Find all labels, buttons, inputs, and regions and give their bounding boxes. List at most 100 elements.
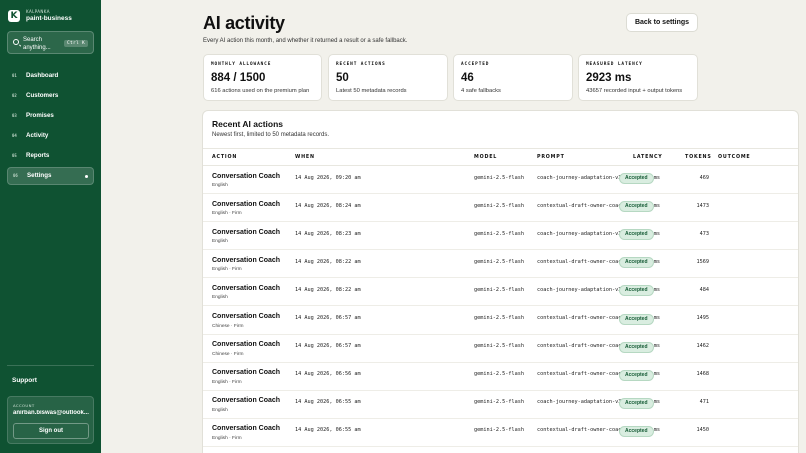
stat-value: 884 / 1500: [211, 72, 266, 84]
cell-tokens: 471: [699, 399, 709, 406]
table-row[interactable]: Conversation CoachEnglish14 Aug 2026, 06…: [203, 391, 798, 419]
cell-prompt: contextual-draft-owner-coach: [537, 371, 621, 378]
cell-action: Conversation Coach: [212, 172, 281, 180]
status-badge: Accepted: [619, 313, 654, 325]
table-row[interactable]: Conversation Coach English · Firm 14 Aug 2…: [203, 250, 798, 279]
cell-prompt: coach-journey-adaptation-v3: [537, 399, 621, 406]
cell-prompt: coach-journey-adaptation-v3: [537, 174, 621, 181]
cell-when: 14 Aug 2026, 08:22 am: [295, 286, 361, 293]
cell-meta: English: [212, 295, 228, 301]
cell-action: Conversation Coach: [212, 284, 281, 292]
account-card: ACCOUNT anirban.biswas@outlook... Sign o…: [7, 396, 94, 444]
search-shortcut: Ctrl K: [63, 39, 88, 47]
cell-tokens: 1450: [696, 427, 710, 434]
cell-when: 14 Aug 2026, 06:57 am: [295, 315, 361, 321]
cell-tokens: 484: [699, 286, 709, 293]
table-row[interactable]: Conversation Coach English 14 Aug 2026, 08…: [203, 222, 798, 251]
stat-caption: Latest 50 metadata records: [336, 88, 407, 94]
sign-out-button[interactable]: Sign out: [13, 423, 89, 439]
stat-value: 46: [461, 72, 474, 84]
sidebar-item-label: Reports: [26, 152, 50, 160]
cell-model: gemini-2.5-flash: [474, 343, 524, 350]
cell-prompt: coach-journey-adaptation-v3: [537, 286, 621, 293]
table-row[interactable]: Conversation Coach Chinese · Firm 14 Aug 2…: [203, 335, 798, 363]
sidebar-item-label: Settings: [27, 172, 52, 180]
page-title: AI activity: [203, 13, 285, 33]
stat-eyebrow: MEASURED LATENCY: [586, 62, 643, 67]
cell-tokens: 1473: [696, 202, 710, 209]
search-label: Search anything...: [23, 36, 51, 51]
table-row[interactable]: Conversation Coach English · Firm 14 Aug 2…: [203, 419, 798, 447]
cell-action: Conversation Coach: [212, 425, 281, 433]
cell-tokens: 1569: [696, 258, 710, 265]
cell-model: gemini-2.5-flash: [474, 286, 524, 293]
account-email: anirban.biswas@outlook...: [13, 410, 89, 416]
cell-prompt: coach-journey-adaptation-v3: [537, 230, 621, 237]
table-row[interactable]: Conversation Coach Chinese · Firm 14 Aug 2…: [203, 307, 798, 335]
cell-when: 14 Aug 2026, 08:24 am: [295, 202, 361, 209]
cell-action: Conversation Coach: [212, 341, 281, 349]
search-icon: [13, 39, 19, 45]
cell-meta: English: [212, 239, 228, 245]
sidebar-item-label: Activity: [26, 132, 49, 140]
support-link[interactable]: Support: [12, 377, 37, 384]
table-row[interactable]: Conversation Coach English · Firm 14 Aug 2…: [203, 194, 798, 223]
brand-name: paint-business: [26, 15, 72, 22]
search-button[interactable]: Search anything... Ctrl K: [7, 31, 94, 54]
sidebar-item-customers[interactable]: 02 Customers: [7, 86, 94, 104]
sidebar-item-label: Dashboard: [26, 71, 59, 79]
stat-caption: 4 safe fallbacks: [461, 88, 501, 94]
table-row[interactable]: Conversation Coach English 14 Aug 2026, 08…: [203, 278, 798, 307]
nav-number: 02: [12, 92, 17, 98]
cell-model: gemini-2.5-flash: [474, 230, 524, 237]
sidebar-nav: 01 Dashboard 02 Customers 03 Promises 04…: [7, 66, 94, 187]
column-header-latency: LATENCY: [633, 155, 663, 160]
table-row[interactable]: Conversation Coach English 14 Aug 2026, 09…: [203, 166, 798, 195]
cell-model: gemini-2.5-flash: [474, 315, 524, 321]
cell-model: gemini-2.5-flash: [474, 174, 524, 181]
cell-meta: English · Firm: [212, 435, 242, 441]
panel-title: Recent AI actions: [212, 119, 284, 129]
nav-number: 03: [12, 112, 17, 118]
sidebar-item-label: Customers: [26, 91, 59, 99]
column-header-action: ACTION: [212, 155, 238, 160]
column-header-tokens: TOKENS: [685, 155, 712, 160]
page-subtitle: Every AI action this month, and whether …: [203, 38, 408, 44]
cell-model: gemini-2.5-flash: [474, 258, 524, 265]
brand-eyebrow: KALPANKA: [26, 9, 50, 14]
sidebar-item-settings[interactable]: 06 Settings: [7, 166, 94, 185]
status-badge: Accepted: [619, 397, 654, 409]
table-row[interactable]: Conversation Coach English · Firm 14 Aug 2…: [203, 363, 798, 391]
sidebar-item-reports[interactable]: 05 Reports: [7, 147, 94, 165]
panel-subtitle: Newest first, limited to 50 metadata rec…: [212, 132, 330, 138]
table-row[interactable]: Conversation CoachEnglish14 Aug 2026, 06…: [203, 447, 798, 453]
column-header-prompt: PROMPT: [537, 155, 565, 160]
sidebar-item-promises[interactable]: 03 Promises: [7, 106, 94, 124]
sidebar-item-dashboard[interactable]: 01 Dashboard: [7, 66, 94, 84]
status-badge: Accepted: [619, 173, 654, 184]
nav-number: 06: [13, 173, 18, 179]
cell-when: 14 Aug 2026, 06:57 am: [295, 343, 361, 350]
cell-model: gemini-2.5-flash: [474, 399, 524, 406]
stat-card-recent-actions: RECENT ACTIONS 50 Latest 50 metadata rec…: [328, 54, 448, 101]
cell-tokens: 469: [699, 174, 709, 181]
cell-prompt: contextual-draft-owner-coach: [537, 202, 621, 209]
active-indicator-icon: [85, 174, 88, 178]
status-badge: Accepted: [619, 369, 654, 381]
status-badge: Accepted: [619, 341, 654, 353]
sidebar-item-activity[interactable]: 04 Activity: [7, 127, 94, 145]
stat-eyebrow: ACCEPTED: [461, 62, 490, 67]
stat-eyebrow: RECENT ACTIONS: [336, 62, 386, 67]
cell-tokens: 1495: [696, 315, 710, 321]
cell-action: Conversation Coach: [212, 369, 281, 377]
main-content: AI activity Every AI action this month, …: [101, 0, 806, 453]
cell-meta: English · Firm: [212, 379, 242, 385]
table-header: ACTION WHEN MODEL PROMPT LATENCY TOKENS …: [203, 148, 798, 166]
brand[interactable]: K KALPANKA paint-business: [8, 9, 72, 22]
page-scrollbar[interactable]: [799, 0, 806, 453]
cell-tokens: 1468: [696, 371, 710, 378]
cell-prompt: contextual-draft-owner-coach: [537, 343, 621, 350]
back-to-settings-button[interactable]: Back to settings: [626, 13, 698, 32]
cell-action: Conversation Coach: [212, 228, 281, 236]
stat-card-accepted: ACCEPTED 46 4 safe fallbacks: [453, 54, 573, 101]
